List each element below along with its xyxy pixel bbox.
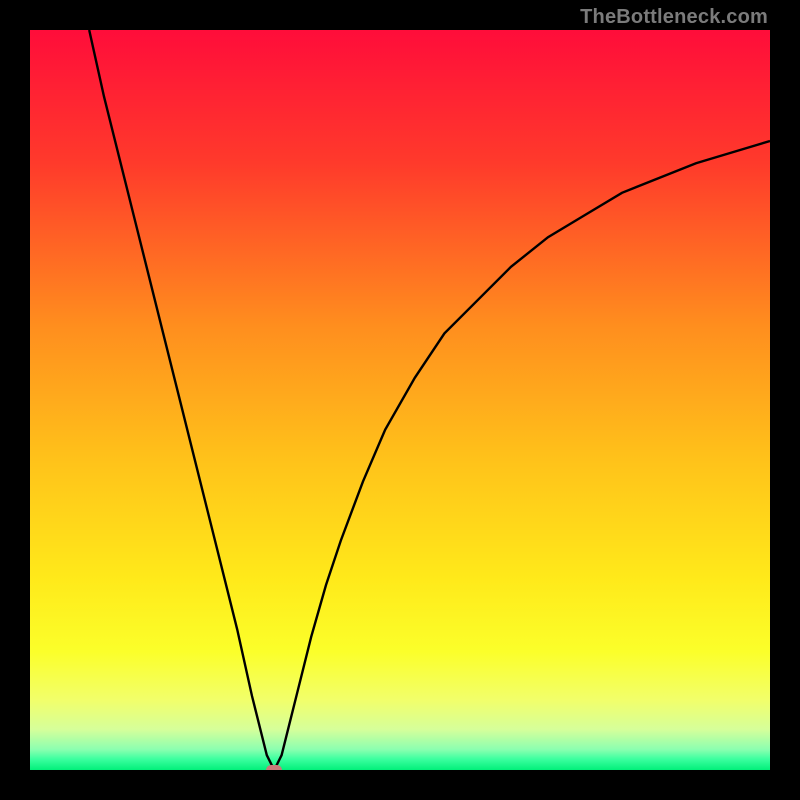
watermark: TheBottleneck.com [580, 6, 768, 29]
chart-frame: TheBottleneck.com [0, 0, 800, 800]
bottleneck-curve [89, 30, 770, 770]
plot-area [30, 30, 770, 770]
min-marker [266, 765, 282, 770]
curve-layer [30, 30, 770, 770]
